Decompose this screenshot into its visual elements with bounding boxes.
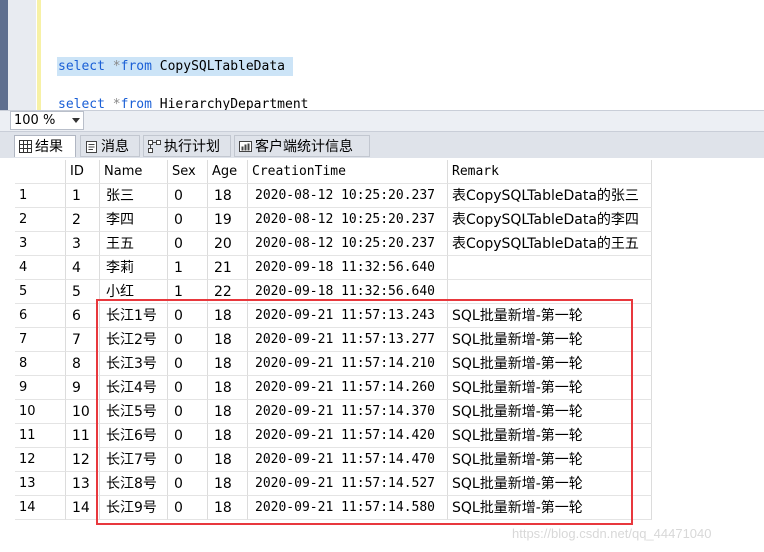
tab-execution-plan[interactable]: 执行计划 <box>143 135 231 157</box>
grid-icon <box>19 140 32 153</box>
table-cell[interactable]: 张三 <box>100 184 168 208</box>
column-header[interactable]: Age <box>208 160 248 184</box>
row-number[interactable]: 9 <box>15 376 66 400</box>
table-cell[interactable]: 表CopySQLTableData的张三 <box>448 184 652 208</box>
row-number[interactable]: 14 <box>15 496 66 520</box>
table-cell[interactable]: 1 <box>168 256 208 280</box>
corner-header[interactable] <box>15 160 66 184</box>
table-cell[interactable]: 14 <box>66 496 100 520</box>
table-cell[interactable]: 6 <box>66 304 100 328</box>
table-cell[interactable]: 13 <box>66 472 100 496</box>
wildcard: * <box>112 59 121 74</box>
row-number[interactable]: 11 <box>15 424 66 448</box>
table-cell[interactable]: 0 <box>168 208 208 232</box>
tab-label: 消息 <box>101 139 129 155</box>
row-number[interactable]: 8 <box>15 352 66 376</box>
table-cell[interactable]: 5 <box>66 280 100 304</box>
table-name: CopySQLTableData <box>159 59 285 74</box>
table-cell[interactable]: 7 <box>66 328 100 352</box>
column-header[interactable]: Name <box>100 160 168 184</box>
editor-line-gutter <box>8 0 36 110</box>
table-cell[interactable] <box>448 256 652 280</box>
results-tabstrip: 结果 消息 执行计划 客户端统计信息 <box>0 132 764 158</box>
table-cell[interactable]: 18 <box>208 184 248 208</box>
table-cell[interactable]: 2020-08-12 10:25:20.237 <box>248 184 448 208</box>
column-header[interactable]: CreationTime <box>248 160 448 184</box>
row-number[interactable]: 4 <box>15 256 66 280</box>
tab-label: 客户端统计信息 <box>255 139 353 155</box>
table-name: HierarchyDepartment <box>159 97 309 110</box>
zoom-dropdown[interactable]: 100 % <box>10 111 84 130</box>
table-cell[interactable]: 李莉 <box>100 256 168 280</box>
column-header[interactable]: ID <box>66 160 100 184</box>
row-number[interactable]: 6 <box>15 304 66 328</box>
table-cell[interactable]: 2 <box>66 208 100 232</box>
table-cell[interactable]: 0 <box>168 184 208 208</box>
table-cell[interactable]: 0 <box>168 232 208 256</box>
client-statistics-icon <box>239 141 252 152</box>
row-number[interactable]: 2 <box>15 208 66 232</box>
column-header[interactable]: Remark <box>448 160 652 184</box>
keyword-from: from <box>120 59 152 74</box>
table-cell[interactable]: 3 <box>66 232 100 256</box>
table-cell[interactable]: 2020-08-12 10:25:20.237 <box>248 208 448 232</box>
wildcard: * <box>112 97 121 110</box>
row-number[interactable]: 5 <box>15 280 66 304</box>
keyword-select: select <box>58 59 105 74</box>
change-tracking-bar <box>37 0 41 110</box>
message-icon <box>86 141 97 153</box>
chevron-down-icon[interactable] <box>72 118 80 123</box>
table-cell[interactable]: 表CopySQLTableData的李四 <box>448 208 652 232</box>
row-number[interactable]: 13 <box>15 472 66 496</box>
row-number[interactable]: 1 <box>15 184 66 208</box>
table-cell[interactable]: 2020-08-12 10:25:20.237 <box>248 232 448 256</box>
keyword-from: from <box>120 97 152 110</box>
table-cell[interactable]: 2020-09-18 11:32:56.640 <box>248 256 448 280</box>
column-header[interactable]: Sex <box>168 160 208 184</box>
zoom-bar: 100 % <box>0 110 764 132</box>
table-cell[interactable]: 1 <box>66 184 100 208</box>
row-number[interactable]: 3 <box>15 232 66 256</box>
table-cell[interactable]: 9 <box>66 376 100 400</box>
table-cell[interactable]: 21 <box>208 256 248 280</box>
tab-results[interactable]: 结果 <box>14 135 76 157</box>
execution-plan-icon <box>148 140 161 153</box>
code-line-selected[interactable]: select *from CopySQLTableData <box>57 57 293 76</box>
code-line[interactable]: select *from HierarchyDepartment <box>58 97 308 110</box>
table-cell[interactable]: 10 <box>66 400 100 424</box>
zoom-value: 100 % <box>14 113 56 128</box>
row-number[interactable]: 7 <box>15 328 66 352</box>
table-cell[interactable]: 表CopySQLTableData的王五 <box>448 232 652 256</box>
tab-messages[interactable]: 消息 <box>80 135 140 157</box>
query-editor[interactable]: select *from CopySQLTableData select *fr… <box>0 0 764 110</box>
tab-label: 结果 <box>35 139 63 155</box>
watermark: https://blog.csdn.net/qq_44471040 <box>512 526 712 541</box>
row-number[interactable]: 10 <box>15 400 66 424</box>
row-number[interactable]: 12 <box>15 448 66 472</box>
table-cell[interactable]: 11 <box>66 424 100 448</box>
table-cell[interactable]: 20 <box>208 232 248 256</box>
table-cell[interactable]: 王五 <box>100 232 168 256</box>
tab-label: 执行计划 <box>164 139 220 155</box>
table-cell[interactable]: 12 <box>66 448 100 472</box>
table-cell[interactable]: 4 <box>66 256 100 280</box>
table-cell[interactable]: 8 <box>66 352 100 376</box>
table-cell[interactable]: 李四 <box>100 208 168 232</box>
keyword-select: select <box>58 97 105 110</box>
table-cell[interactable]: 19 <box>208 208 248 232</box>
tab-client-statistics[interactable]: 客户端统计信息 <box>234 135 370 157</box>
editor-margin <box>0 0 8 110</box>
highlight-annotation <box>96 299 633 525</box>
